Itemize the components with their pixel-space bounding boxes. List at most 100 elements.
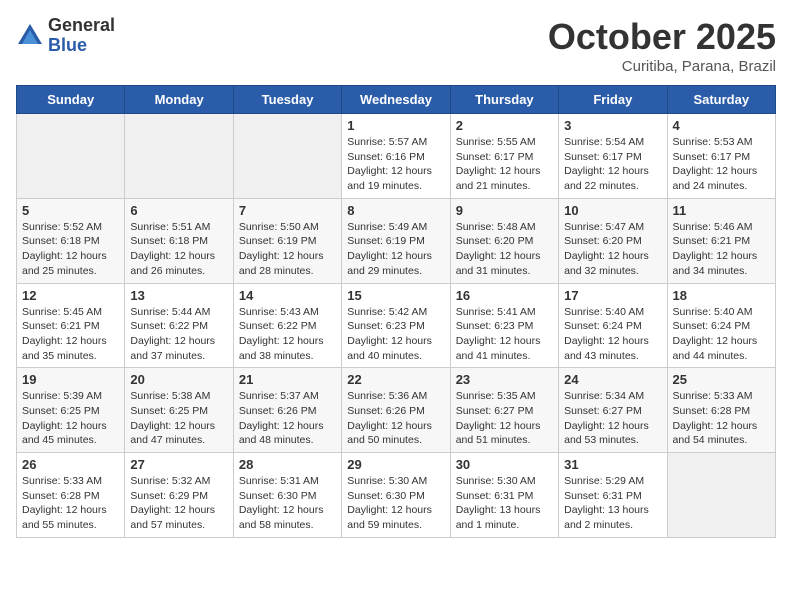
calendar-cell: 10 Sunrise: 5:47 AM Sunset: 6:20 PM Dayli… [559,198,667,283]
calendar-cell: 15 Sunrise: 5:42 AM Sunset: 6:23 PM Dayli… [342,283,450,368]
day-info: Sunrise: 5:40 AM Sunset: 6:24 PM Dayligh… [673,305,770,364]
day-info: Sunrise: 5:29 AM Sunset: 6:31 PM Dayligh… [564,474,661,533]
calendar-cell: 9Sunrise: 5:48 AM Sunset: 6:20 PM Daylig… [450,198,558,283]
calendar-cell: 18 Sunrise: 5:40 AM Sunset: 6:24 PM Dayli… [667,283,775,368]
calendar-cell: 26 Sunrise: 5:33 AM Sunset: 6:28 PM Dayli… [17,453,125,538]
month-title: October 2025 [548,16,776,58]
day-number: 1 [347,118,444,133]
calendar-cell: 23 Sunrise: 5:35 AM Sunset: 6:27 PM Dayli… [450,368,558,453]
logo-general-label: General [48,16,115,36]
logo: General Blue [16,16,115,56]
calendar-cell: 19 Sunrise: 5:39 AM Sunset: 6:25 PM Dayli… [17,368,125,453]
day-number: 15 [347,288,444,303]
calendar-cell: 27 Sunrise: 5:32 AM Sunset: 6:29 PM Dayli… [125,453,233,538]
day-number: 27 [130,457,227,472]
weekday-header-sunday: Sunday [17,86,125,114]
day-info: Sunrise: 5:32 AM Sunset: 6:29 PM Dayligh… [130,474,227,533]
day-number: 29 [347,457,444,472]
day-info: Sunrise: 5:49 AM Sunset: 6:19 PM Dayligh… [347,220,444,279]
day-number: 9 [456,203,553,218]
day-number: 19 [22,372,119,387]
day-info: Sunrise: 5:42 AM Sunset: 6:23 PM Dayligh… [347,305,444,364]
day-number: 25 [673,372,770,387]
day-number: 28 [239,457,336,472]
day-info: Sunrise: 5:54 AM Sunset: 6:17 PM Dayligh… [564,135,661,194]
weekday-header-saturday: Saturday [667,86,775,114]
calendar-cell: 12 Sunrise: 5:45 AM Sunset: 6:21 PM Dayli… [17,283,125,368]
calendar-header: SundayMondayTuesdayWednesdayThursdayFrid… [17,86,776,114]
calendar-table: SundayMondayTuesdayWednesdayThursdayFrid… [16,85,776,538]
day-number: 7 [239,203,336,218]
day-number: 4 [673,118,770,133]
day-info: Sunrise: 5:40 AM Sunset: 6:24 PM Dayligh… [564,305,661,364]
calendar-cell: 24Sunrise: 5:34 AM Sunset: 6:27 PM Dayli… [559,368,667,453]
weekday-header-wednesday: Wednesday [342,86,450,114]
day-info: Sunrise: 5:44 AM Sunset: 6:22 PM Dayligh… [130,305,227,364]
calendar-cell: 21 Sunrise: 5:37 AM Sunset: 6:26 PM Dayli… [233,368,341,453]
day-number: 12 [22,288,119,303]
day-number: 10 [564,203,661,218]
calendar-cell: 1 Sunrise: 5:57 AM Sunset: 6:16 PM Daylig… [342,114,450,199]
calendar-cell: 31Sunrise: 5:29 AM Sunset: 6:31 PM Dayli… [559,453,667,538]
logo-icon [16,22,44,50]
day-number: 21 [239,372,336,387]
weekday-header-friday: Friday [559,86,667,114]
page-header: General Blue October 2025 Curitiba, Para… [16,16,776,75]
calendar-cell: 8Sunrise: 5:49 AM Sunset: 6:19 PM Daylig… [342,198,450,283]
calendar-cell [125,114,233,199]
calendar-cell: 22Sunrise: 5:36 AM Sunset: 6:26 PM Dayli… [342,368,450,453]
day-info: Sunrise: 5:33 AM Sunset: 6:28 PM Dayligh… [22,474,119,533]
logo-blue-label: Blue [48,36,115,56]
day-info: Sunrise: 5:57 AM Sunset: 6:16 PM Dayligh… [347,135,444,194]
calendar-cell: 6Sunrise: 5:51 AM Sunset: 6:18 PM Daylig… [125,198,233,283]
title-block: October 2025 Curitiba, Parana, Brazil [548,16,776,75]
calendar-cell: 4 Sunrise: 5:53 AM Sunset: 6:17 PM Daylig… [667,114,775,199]
calendar-cell: 7 Sunrise: 5:50 AM Sunset: 6:19 PM Daylig… [233,198,341,283]
day-number: 16 [456,288,553,303]
calendar-week-row: 5Sunrise: 5:52 AM Sunset: 6:18 PM Daylig… [17,198,776,283]
day-number: 22 [347,372,444,387]
day-info: Sunrise: 5:41 AM Sunset: 6:23 PM Dayligh… [456,305,553,364]
calendar-cell: 3Sunrise: 5:54 AM Sunset: 6:17 PM Daylig… [559,114,667,199]
day-number: 23 [456,372,553,387]
calendar-cell [667,453,775,538]
logo-text: General Blue [48,16,115,56]
day-info: Sunrise: 5:46 AM Sunset: 6:21 PM Dayligh… [673,220,770,279]
day-number: 17 [564,288,661,303]
calendar-cell: 16 Sunrise: 5:41 AM Sunset: 6:23 PM Dayli… [450,283,558,368]
calendar-cell [233,114,341,199]
day-info: Sunrise: 5:47 AM Sunset: 6:20 PM Dayligh… [564,220,661,279]
day-number: 24 [564,372,661,387]
calendar-week-row: 26 Sunrise: 5:33 AM Sunset: 6:28 PM Dayli… [17,453,776,538]
day-info: Sunrise: 5:45 AM Sunset: 6:21 PM Dayligh… [22,305,119,364]
calendar-cell: 2 Sunrise: 5:55 AM Sunset: 6:17 PM Daylig… [450,114,558,199]
calendar-cell: 11 Sunrise: 5:46 AM Sunset: 6:21 PM Dayli… [667,198,775,283]
calendar-cell: 29 Sunrise: 5:30 AM Sunset: 6:30 PM Dayli… [342,453,450,538]
calendar-cell: 20Sunrise: 5:38 AM Sunset: 6:25 PM Dayli… [125,368,233,453]
weekday-header-tuesday: Tuesday [233,86,341,114]
weekday-header-monday: Monday [125,86,233,114]
day-number: 11 [673,203,770,218]
calendar-cell: 30Sunrise: 5:30 AM Sunset: 6:31 PM Dayli… [450,453,558,538]
calendar-cell: 13 Sunrise: 5:44 AM Sunset: 6:22 PM Dayli… [125,283,233,368]
calendar-cell: 25Sunrise: 5:33 AM Sunset: 6:28 PM Dayli… [667,368,775,453]
day-info: Sunrise: 5:50 AM Sunset: 6:19 PM Dayligh… [239,220,336,279]
calendar-cell: 28Sunrise: 5:31 AM Sunset: 6:30 PM Dayli… [233,453,341,538]
calendar-week-row: 1 Sunrise: 5:57 AM Sunset: 6:16 PM Daylig… [17,114,776,199]
day-info: Sunrise: 5:37 AM Sunset: 6:26 PM Dayligh… [239,389,336,448]
weekday-header-row: SundayMondayTuesdayWednesdayThursdayFrid… [17,86,776,114]
day-number: 26 [22,457,119,472]
day-info: Sunrise: 5:39 AM Sunset: 6:25 PM Dayligh… [22,389,119,448]
day-number: 2 [456,118,553,133]
day-info: Sunrise: 5:30 AM Sunset: 6:30 PM Dayligh… [347,474,444,533]
day-info: Sunrise: 5:53 AM Sunset: 6:17 PM Dayligh… [673,135,770,194]
day-number: 13 [130,288,227,303]
day-info: Sunrise: 5:55 AM Sunset: 6:17 PM Dayligh… [456,135,553,194]
calendar-cell: 17 Sunrise: 5:40 AM Sunset: 6:24 PM Dayli… [559,283,667,368]
calendar-cell [17,114,125,199]
location-subtitle: Curitiba, Parana, Brazil [548,58,776,75]
day-number: 18 [673,288,770,303]
weekday-header-thursday: Thursday [450,86,558,114]
calendar-cell: 5Sunrise: 5:52 AM Sunset: 6:18 PM Daylig… [17,198,125,283]
day-info: Sunrise: 5:35 AM Sunset: 6:27 PM Dayligh… [456,389,553,448]
